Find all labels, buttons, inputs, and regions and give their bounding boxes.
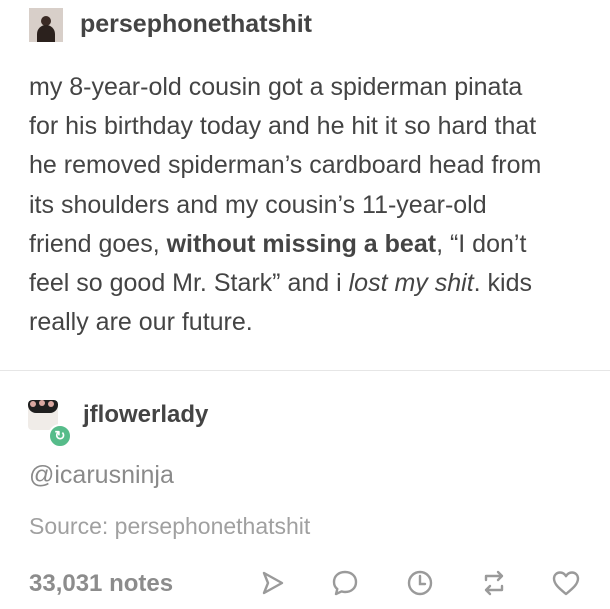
reblog-icon[interactable] [478, 567, 510, 599]
flower-crown [30, 401, 36, 407]
author-username[interactable]: persephonethatshit [80, 9, 312, 39]
body-line: friend goes, without missing a beat, “I … [29, 225, 599, 264]
body-text-span: feel so good Mr. Stark” and i [29, 269, 349, 298]
reply-icon[interactable] [329, 567, 361, 599]
reblog-badge-icon: ↻ [48, 424, 72, 448]
notes-count[interactable]: 33,031 notes [29, 570, 173, 598]
post-body: my 8-year-old cousin got a spiderman pin… [29, 68, 599, 342]
mention-text[interactable]: @icarusninja [29, 460, 174, 490]
avatar-torso [37, 25, 55, 42]
history-icon[interactable] [404, 567, 436, 599]
flower-crown [48, 401, 54, 407]
author-avatar[interactable] [29, 8, 63, 42]
body-line: feel so good Mr. Stark” and i lost my sh… [29, 264, 599, 303]
source-link[interactable]: Source: persephonethatshit [29, 512, 310, 540]
divider [0, 370, 610, 371]
body-bold-text: without missing a beat [166, 229, 437, 258]
body-text-span: , “I don’t [436, 229, 527, 258]
body-italic-text: lost my shit [348, 269, 474, 298]
body-text-span: . kids [473, 269, 532, 298]
body-line: really are our future. [29, 308, 253, 337]
reblogger-username[interactable]: jflowerlady [83, 400, 208, 430]
body-line: for his birthday today and he hit it so … [29, 112, 537, 141]
body-line: its shoulders and my cousin’s 11-year-ol… [29, 190, 487, 219]
share-icon[interactable] [256, 567, 288, 599]
tumblr-post: persephonethatshit my 8-year-old cousin … [0, 0, 610, 609]
like-icon[interactable] [550, 567, 582, 599]
flower-crown [39, 400, 45, 406]
body-text-span: friend goes, [29, 229, 167, 258]
body-line: my 8-year-old cousin got a spiderman pin… [29, 73, 523, 101]
body-line: he removed spiderman’s cardboard head fr… [29, 151, 542, 180]
